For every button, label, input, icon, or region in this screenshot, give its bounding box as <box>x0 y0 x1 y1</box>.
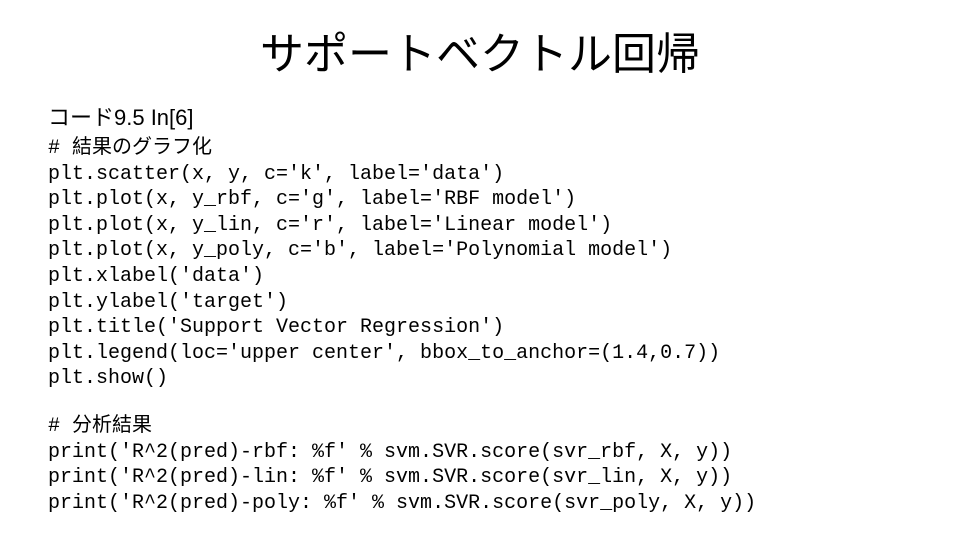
slide: サポートベクトル回帰 コード9.5 In[6] # 結果のグラフ化 plt.sc… <box>0 0 960 540</box>
code-caption: コード9.5 In[6] <box>48 100 914 132</box>
slide-title: サポートベクトル回帰 <box>46 18 914 82</box>
code-block-2: # 分析結果 print('R^2(pred)-rbf: %f' % svm.S… <box>48 414 914 516</box>
code-block-1: # 結果のグラフ化 plt.scatter(x, y, c='k', label… <box>48 136 914 392</box>
spacer <box>46 392 914 414</box>
